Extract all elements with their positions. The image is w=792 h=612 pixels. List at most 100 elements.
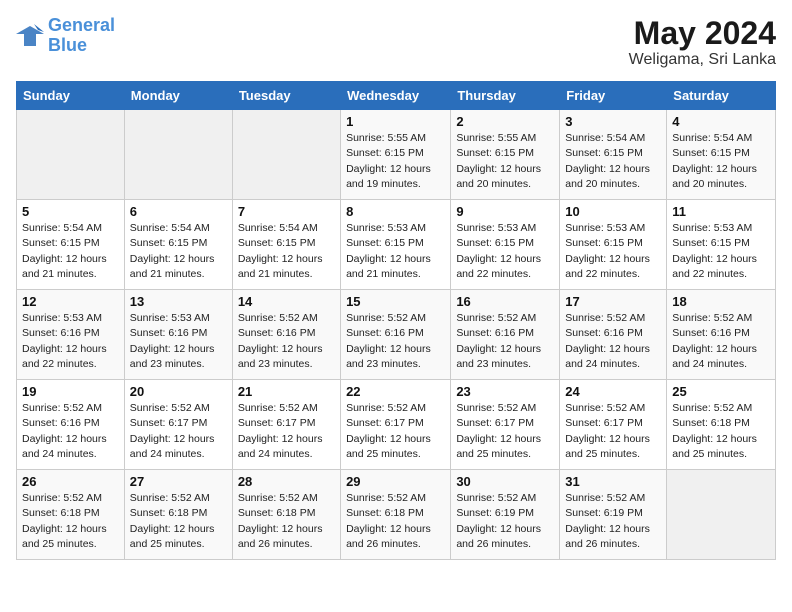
day-number: 28 [238,474,335,489]
calendar-cell: 22 Sunrise: 5:52 AM Sunset: 6:17 PM Dayli… [341,380,451,470]
calendar-cell: 25Sunrise: 5:52 AM Sunset: 6:18 PM Dayli… [667,380,776,470]
calendar-header-row: SundayMondayTuesdayWednesdayThursdayFrid… [17,82,776,110]
day-number: 27 [130,474,227,489]
day-info: Sunrise: 5:52 AM Sunset: 6:17 PM Dayligh… [456,401,554,462]
day-number: 8 [346,204,445,219]
calendar-cell: 30 Sunrise: 5:52 AM Sunset: 6:19 PM Dayli… [451,470,560,560]
logo-text: General Blue [48,16,115,56]
day-number: 3 [565,114,661,129]
day-number: 25 [672,384,770,399]
weekday-header: Saturday [667,82,776,110]
calendar-cell [17,110,125,200]
day-info: Sunrise: 5:52 AM Sunset: 6:17 PM Dayligh… [346,401,445,462]
day-info: Sunrise: 5:52 AM Sunset: 6:17 PM Dayligh… [130,401,227,462]
day-info: Sunrise: 5:52 AM Sunset: 6:18 PM Dayligh… [22,491,119,552]
page-header: General Blue May 2024 Weligama, Sri Lank… [16,16,776,69]
day-number: 12 [22,294,119,309]
calendar-cell: 3 Sunrise: 5:54 AM Sunset: 6:15 PM Daylig… [560,110,667,200]
day-number: 14 [238,294,335,309]
calendar-cell: 10 Sunrise: 5:53 AM Sunset: 6:15 PM Dayli… [560,200,667,290]
day-info: Sunrise: 5:55 AM Sunset: 6:15 PM Dayligh… [456,131,554,192]
calendar-week-row: 12 Sunrise: 5:53 AM Sunset: 6:16 PM Dayli… [17,290,776,380]
day-number: 19 [22,384,119,399]
calendar-cell: 23Sunrise: 5:52 AM Sunset: 6:17 PM Dayli… [451,380,560,470]
day-number: 30 [456,474,554,489]
logo: General Blue [16,16,115,56]
day-info: Sunrise: 5:52 AM Sunset: 6:16 PM Dayligh… [672,311,770,372]
day-number: 20 [130,384,227,399]
calendar-cell: 20 Sunrise: 5:52 AM Sunset: 6:17 PM Dayli… [124,380,232,470]
weekday-header: Sunday [17,82,125,110]
day-info: Sunrise: 5:53 AM Sunset: 6:16 PM Dayligh… [130,311,227,372]
calendar-week-row: 5 Sunrise: 5:54 AM Sunset: 6:15 PM Daylig… [17,200,776,290]
day-number: 9 [456,204,554,219]
day-info: Sunrise: 5:55 AM Sunset: 6:15 PM Dayligh… [346,131,445,192]
calendar-cell [232,110,340,200]
day-info: Sunrise: 5:53 AM Sunset: 6:16 PM Dayligh… [22,311,119,372]
day-number: 1 [346,114,445,129]
calendar-cell: 5 Sunrise: 5:54 AM Sunset: 6:15 PM Daylig… [17,200,125,290]
logo-icon [16,24,44,48]
day-number: 18 [672,294,770,309]
weekday-header: Wednesday [341,82,451,110]
calendar-cell [667,470,776,560]
calendar-cell: 19 Sunrise: 5:52 AM Sunset: 6:16 PM Dayli… [17,380,125,470]
day-info: Sunrise: 5:52 AM Sunset: 6:17 PM Dayligh… [238,401,335,462]
day-info: Sunrise: 5:52 AM Sunset: 6:19 PM Dayligh… [565,491,661,552]
day-number: 6 [130,204,227,219]
day-number: 17 [565,294,661,309]
day-info: Sunrise: 5:54 AM Sunset: 6:15 PM Dayligh… [565,131,661,192]
day-info: Sunrise: 5:54 AM Sunset: 6:15 PM Dayligh… [22,221,119,282]
day-number: 10 [565,204,661,219]
day-number: 31 [565,474,661,489]
day-number: 21 [238,384,335,399]
calendar-cell: 24Sunrise: 5:52 AM Sunset: 6:17 PM Dayli… [560,380,667,470]
day-info: Sunrise: 5:52 AM Sunset: 6:17 PM Dayligh… [565,401,661,462]
calendar-cell: 17Sunrise: 5:52 AM Sunset: 6:16 PM Dayli… [560,290,667,380]
calendar-cell: 28 Sunrise: 5:52 AM Sunset: 6:18 PM Dayli… [232,470,340,560]
day-info: Sunrise: 5:52 AM Sunset: 6:16 PM Dayligh… [238,311,335,372]
calendar-week-row: 19 Sunrise: 5:52 AM Sunset: 6:16 PM Dayli… [17,380,776,470]
calendar-week-row: 26Sunrise: 5:52 AM Sunset: 6:18 PM Dayli… [17,470,776,560]
calendar-table: SundayMondayTuesdayWednesdayThursdayFrid… [16,81,776,560]
day-info: Sunrise: 5:54 AM Sunset: 6:15 PM Dayligh… [672,131,770,192]
location-subtitle: Weligama, Sri Lanka [629,51,776,69]
calendar-cell: 31 Sunrise: 5:52 AM Sunset: 6:19 PM Dayli… [560,470,667,560]
calendar-cell: 13Sunrise: 5:53 AM Sunset: 6:16 PM Dayli… [124,290,232,380]
calendar-cell: 29Sunrise: 5:52 AM Sunset: 6:18 PM Dayli… [341,470,451,560]
month-year-title: May 2024 [629,16,776,51]
title-area: May 2024 Weligama, Sri Lanka [629,16,776,69]
calendar-cell [124,110,232,200]
calendar-cell: 4 Sunrise: 5:54 AM Sunset: 6:15 PM Daylig… [667,110,776,200]
day-info: Sunrise: 5:52 AM Sunset: 6:19 PM Dayligh… [456,491,554,552]
day-number: 29 [346,474,445,489]
day-info: Sunrise: 5:52 AM Sunset: 6:18 PM Dayligh… [130,491,227,552]
day-number: 2 [456,114,554,129]
day-number: 15 [346,294,445,309]
day-number: 5 [22,204,119,219]
weekday-header: Friday [560,82,667,110]
weekday-header: Monday [124,82,232,110]
day-info: Sunrise: 5:54 AM Sunset: 6:15 PM Dayligh… [238,221,335,282]
weekday-header: Tuesday [232,82,340,110]
calendar-cell: 12 Sunrise: 5:53 AM Sunset: 6:16 PM Dayli… [17,290,125,380]
calendar-cell: 7 Sunrise: 5:54 AM Sunset: 6:15 PM Daylig… [232,200,340,290]
day-info: Sunrise: 5:53 AM Sunset: 6:15 PM Dayligh… [672,221,770,282]
day-info: Sunrise: 5:53 AM Sunset: 6:15 PM Dayligh… [346,221,445,282]
calendar-cell: 6Sunrise: 5:54 AM Sunset: 6:15 PM Daylig… [124,200,232,290]
calendar-cell: 8 Sunrise: 5:53 AM Sunset: 6:15 PM Daylig… [341,200,451,290]
calendar-cell: 27 Sunrise: 5:52 AM Sunset: 6:18 PM Dayli… [124,470,232,560]
calendar-cell: 9Sunrise: 5:53 AM Sunset: 6:15 PM Daylig… [451,200,560,290]
calendar-cell: 21 Sunrise: 5:52 AM Sunset: 6:17 PM Dayli… [232,380,340,470]
weekday-header: Thursday [451,82,560,110]
day-info: Sunrise: 5:52 AM Sunset: 6:16 PM Dayligh… [22,401,119,462]
day-info: Sunrise: 5:52 AM Sunset: 6:18 PM Dayligh… [238,491,335,552]
day-number: 22 [346,384,445,399]
day-number: 7 [238,204,335,219]
logo-line2: Blue [48,35,87,55]
calendar-cell: 16Sunrise: 5:52 AM Sunset: 6:16 PM Dayli… [451,290,560,380]
calendar-cell: 1 Sunrise: 5:55 AM Sunset: 6:15 PM Daylig… [341,110,451,200]
day-info: Sunrise: 5:53 AM Sunset: 6:15 PM Dayligh… [565,221,661,282]
day-number: 4 [672,114,770,129]
calendar-cell: 15Sunrise: 5:52 AM Sunset: 6:16 PM Dayli… [341,290,451,380]
